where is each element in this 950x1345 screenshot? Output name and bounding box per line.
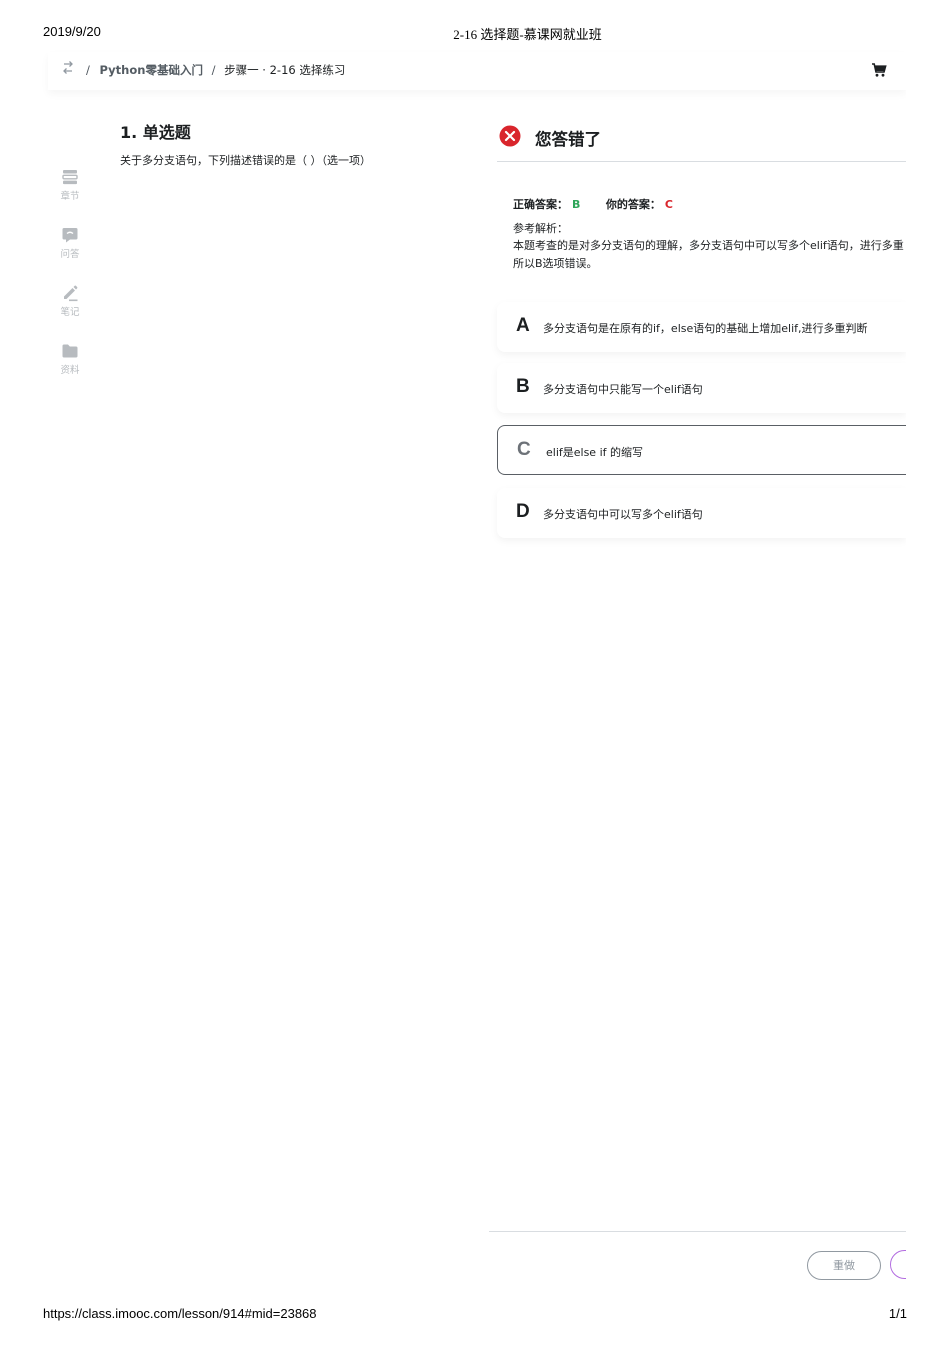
analysis-line: 所以B选项错误。 — [513, 257, 598, 270]
sidebar-item-chapter[interactable]: 章节 — [52, 168, 88, 202]
sidebar-item-label: 问答 — [60, 249, 80, 260]
option-c-selected[interactable]: C elif是else if 的缩写 — [497, 425, 906, 475]
breadcrumb-current: 步骤一 · 2-16 选择练习 — [224, 63, 346, 77]
bottom-divider — [489, 1231, 906, 1232]
option-letter: B — [516, 376, 530, 397]
folder-icon — [62, 344, 78, 358]
sidebar-item-label: 笔记 — [60, 307, 80, 318]
option-letter: C — [517, 439, 531, 460]
breadcrumb: / Python零基础入门 / 步骤一 · 2-16 选择练习 — [86, 62, 345, 78]
option-a[interactable]: A 多分支语句是在原有的if，else语句的基础上增加elif,进行多重判断 — [497, 302, 906, 352]
chapter-icon — [62, 170, 78, 185]
analysis-label: 参考解析： — [513, 222, 568, 235]
your-answer-label: 你的答案： — [605, 198, 661, 211]
note-icon — [64, 285, 78, 302]
redo-button[interactable]: 重做 — [807, 1251, 881, 1280]
swap-icon[interactable] — [60, 59, 76, 77]
correct-answer-value: B — [572, 198, 581, 211]
sidebar-item-materials[interactable]: 资料 — [52, 342, 88, 376]
result-divider — [497, 161, 906, 162]
page-right-margin — [906, 0, 950, 1345]
wrong-answer-icon — [499, 125, 521, 147]
option-b[interactable]: B 多分支语句中只能写一个elif语句 — [497, 363, 906, 413]
qa-icon — [62, 228, 78, 243]
print-url: https://class.imooc.com/lesson/914#mid=2… — [43, 1306, 317, 1321]
your-answer-value: C — [664, 198, 673, 211]
correct-answer-label: 正确答案： — [513, 198, 568, 211]
answer-summary: 正确答案： B 你的答案： C — [513, 196, 673, 212]
breadcrumb-course-link[interactable]: Python零基础入门 — [100, 63, 203, 77]
option-letter: D — [516, 501, 530, 522]
breadcrumb-separator: / — [86, 63, 90, 77]
option-text: 多分支语句是在原有的if，else语句的基础上增加elif,进行多重判断 — [543, 322, 868, 335]
breadcrumb-separator: / — [211, 63, 216, 77]
question-title: 1. 单选题 — [120, 123, 191, 142]
sidebar-item-label: 资料 — [60, 365, 80, 376]
option-letter: A — [516, 315, 530, 336]
sidebar-item-notes[interactable]: 笔记 — [52, 284, 88, 318]
option-d[interactable]: D 多分支语句中可以写多个elif语句 — [497, 488, 906, 538]
option-text: 多分支语句中只能写一个elif语句 — [543, 383, 703, 396]
result-title: 您答错了 — [535, 130, 601, 149]
sidebar-item-qa[interactable]: 问答 — [52, 226, 88, 260]
question-text: 关于多分支语句，下列描述错误的是（ ）（选一项） — [120, 154, 371, 167]
option-text: elif是else if 的缩写 — [546, 446, 643, 459]
print-page-title: 2-16 选择题-慕课网就业班 — [453, 27, 602, 42]
print-page-number: 1/1 — [888, 1306, 907, 1321]
analysis-line: 本题考查的是对多分支语句的理解，多分支语句中可以写多个elif语句，进行多重 — [513, 239, 904, 252]
analysis-text: 本题考查的是对多分支语句的理解，多分支语句中可以写多个elif语句，进行多重 所… — [513, 237, 906, 273]
option-text: 多分支语句中可以写多个elif语句 — [543, 508, 703, 521]
sidebar-item-label: 章节 — [60, 191, 80, 202]
cart-icon[interactable] — [870, 61, 888, 79]
